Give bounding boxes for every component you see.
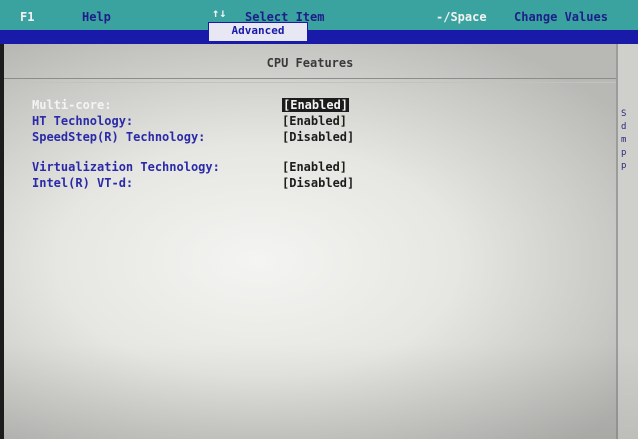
setting-row-speedstep[interactable]: SpeedStep(R) Technology: [Disabled] [32,130,354,144]
setting-row-vt-d[interactable]: Intel(R) VT-d: [Disabled] [32,176,354,190]
setting-label: HT Technology: [32,114,134,128]
title-divider-secondary [4,82,616,83]
change-values-label: Change Values [514,10,608,24]
page-title: CPU Features [266,56,354,70]
setting-label: SpeedStep(R) Technology: [32,130,206,144]
setting-value[interactable]: [Enabled] [282,114,347,128]
setting-label: Virtualization Technology: [32,160,220,174]
title-divider [4,78,616,79]
help-bar: F1 Help ↑↓ Select Item -/Space Change Va… [0,0,638,30]
setting-value[interactable]: [Disabled] [282,130,354,144]
f1-key: F1 [20,10,35,24]
bios-screen: CPU Features Multi-core: [Enabled] HT Te… [4,44,638,439]
setting-row-multi-core[interactable]: Multi-core: [Enabled] [32,98,350,112]
arrows-key: ↑↓ [212,6,227,20]
setting-value[interactable]: [Enabled] [282,160,347,174]
setting-label: Multi-core: [32,98,112,112]
space-key: -/Space [436,10,487,24]
setting-value[interactable]: [Disabled] [282,176,354,190]
setting-value[interactable]: [Enabled] [282,98,350,112]
setting-row-ht-technology[interactable]: HT Technology: [Enabled] [32,114,347,128]
screen-shade [4,344,638,439]
f1-help-label: Help [82,10,111,24]
tab-advanced[interactable]: Advanced [208,22,308,42]
setting-row-virtualization[interactable]: Virtualization Technology: [Enabled] [32,160,347,174]
setting-value-text: [Enabled] [282,98,350,112]
setting-label: Intel(R) VT-d: [32,176,134,190]
tab-bar [0,30,638,44]
side-panel-text: S d m p p [621,109,627,171]
